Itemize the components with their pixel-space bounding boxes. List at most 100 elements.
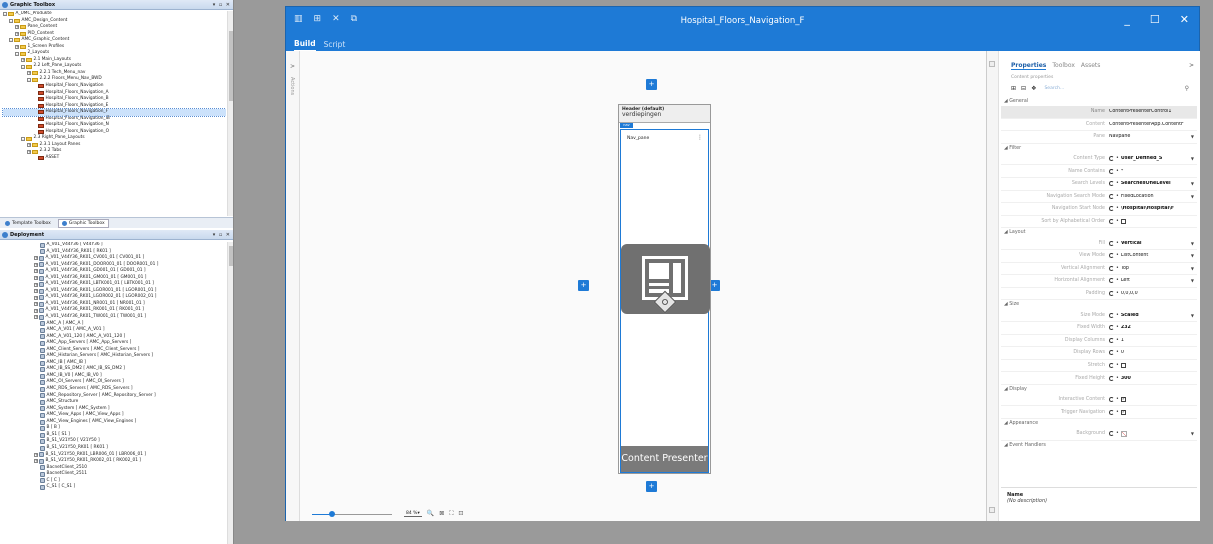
filter-icon[interactable]: ❖ [1031,85,1036,92]
property-section-header[interactable]: ◢ General [1001,97,1197,106]
minimize-icon[interactable]: _ [1124,13,1130,26]
tab-toolbox[interactable]: Toolbox [1052,62,1075,70]
checkbox[interactable] [1120,219,1126,225]
dropdown-icon[interactable]: ▼ [1191,156,1197,161]
content-presenter[interactable]: Nav_pane ⋮ Content Presenter [620,129,710,473]
binding-icon[interactable] [1109,337,1114,343]
add-left-button[interactable]: + [578,280,589,291]
zoom-icon[interactable]: 🔍 [427,510,434,517]
property-row[interactable]: Size Mode • Scaled ▼ [1001,309,1197,322]
property-value[interactable]: Navpane ▼ [1109,134,1197,139]
add-bottom-button[interactable]: + [646,481,657,492]
property-value[interactable]: • Scaled ▼ [1109,312,1197,318]
property-row[interactable]: Stretch • [1001,360,1197,373]
tab-build[interactable]: Build [294,39,316,51]
property-value[interactable]: • 232 [1109,325,1197,331]
binding-icon[interactable] [1109,291,1114,297]
property-value[interactable]: • ✓ [1109,397,1197,403]
dropdown-icon[interactable]: ▼ [1191,266,1197,271]
expand-icon[interactable]: + [34,295,38,300]
header-pane[interactable]: Header (default) verdiepingen [619,105,710,123]
binding-icon[interactable] [1109,325,1114,331]
resize-icon[interactable] [989,507,995,513]
binding-icon[interactable] [1109,265,1114,271]
property-row[interactable]: Pane Navpane ▼ [1001,131,1197,144]
expand-icon[interactable]: + [34,302,38,307]
property-value[interactable]: • 1 [1109,337,1197,343]
dropdown-icon[interactable]: ▼ [1191,134,1197,139]
binding-icon[interactable] [1109,240,1114,246]
property-value[interactable]: ContentPresenterApp.ContentF [1109,122,1197,127]
panel-controls[interactable]: ▾ ▫ ✕ [213,232,231,238]
property-value[interactable]: • Left ▼ [1109,278,1197,284]
expand-icon[interactable]: + [27,71,31,76]
property-section-header[interactable]: ◢ Event Handlers [1001,441,1197,450]
property-section-header[interactable]: ◢ Filter [1001,144,1197,153]
zoom-slider-knob[interactable] [329,510,335,517]
property-value[interactable]: • [1109,219,1197,225]
checkbox[interactable]: ✓ [1120,397,1126,403]
property-row[interactable]: Background • ▼ [1001,428,1197,441]
property-row[interactable]: Fixed Height • 300 [1001,372,1197,385]
property-value[interactable]: • User_Defined_S ▼ [1109,156,1197,162]
property-value[interactable]: • 300 [1109,375,1197,381]
property-search-input[interactable]: Search... [1044,86,1180,91]
collapse-icon[interactable]: - [27,77,31,82]
tab-script[interactable]: Script [324,40,346,51]
expand-icon[interactable]: + [21,58,25,63]
zoom-select[interactable]: 84 %▾ [404,511,422,517]
binding-icon[interactable] [1109,397,1114,403]
categorized-view-icon[interactable]: ⊞ [1011,85,1016,92]
deployment-item[interactable]: C_S1 [ C_S1 ] [40,484,226,491]
property-value[interactable]: • 0 [1109,350,1197,356]
expand-icon[interactable]: + [34,276,38,280]
property-row[interactable]: Trigger Navigation • ✓ [1001,406,1197,420]
property-row[interactable]: Content ContentPresenterApp.ContentF [1001,119,1197,132]
property-value[interactable]: • \Hospital\Hospital\F [1109,206,1197,212]
add-top-button[interactable]: + [646,79,657,90]
background-swatch[interactable] [1120,430,1127,437]
collapse-icon[interactable]: - [21,136,25,141]
binding-icon[interactable] [1109,375,1114,381]
expand-icon[interactable]: + [34,256,38,261]
collapse-icon[interactable]: - [9,18,13,23]
expand-icon[interactable]: + [34,269,38,274]
tree-item[interactable]: ASSET [3,155,226,162]
property-section-header[interactable]: ◢ Appearance [1001,419,1197,428]
checkbox[interactable] [1120,362,1126,368]
property-value[interactable]: • ListContent ▼ [1109,253,1197,259]
search-icon[interactable]: ⚲ [1185,85,1189,92]
grid-toggle-icon[interactable]: ⊡ [458,510,463,517]
property-row[interactable]: Display Columns • 1 [1001,335,1197,348]
property-row[interactable]: View Mode • ListContent ▼ [1001,250,1197,263]
deployment-scrollbar[interactable] [227,242,233,544]
tab-template-toolbox[interactable]: Template Toolbox [2,220,54,227]
expand-icon[interactable]: + [34,308,38,313]
expand-icon[interactable]: + [15,31,19,36]
property-value[interactable]: • [1109,362,1197,368]
expand-icon[interactable]: + [27,149,31,154]
expand-icon[interactable]: + [15,25,19,30]
design-canvas[interactable]: + + + + Header (default) verdiepingen na… [300,51,986,521]
binding-icon[interactable] [1109,168,1114,174]
dropdown-icon[interactable]: ▼ [1191,194,1197,199]
collapse-panel-icon[interactable]: > [1189,62,1194,69]
property-value[interactable]: • Top ▼ [1109,265,1197,271]
toolbox-scroll-thumb[interactable] [229,31,233,101]
binding-icon[interactable] [1109,431,1114,437]
binding-icon[interactable] [1109,278,1114,284]
dropdown-icon[interactable]: ▼ [1191,241,1197,246]
expand-icon[interactable]: + [15,45,19,49]
tab-assets[interactable]: Assets [1081,62,1101,70]
property-row[interactable]: Display Rows • 0 [1001,347,1197,360]
property-row[interactable]: Search Levels • SearchesOneLevel ▼ [1001,178,1197,191]
expand-icon[interactable]: + [34,452,38,457]
property-section-header[interactable]: ◢ Layout [1001,228,1197,237]
binding-icon[interactable] [1109,206,1114,212]
binding-icon[interactable] [1109,181,1114,187]
dropdown-icon[interactable]: ▼ [1191,181,1197,186]
fullscreen-icon[interactable]: ⛶ [449,510,453,517]
property-row[interactable]: Vertical Alignment • Top ▼ [1001,263,1197,276]
expand-icon[interactable]: + [34,315,38,320]
dropdown-icon[interactable]: ▼ [1191,278,1197,283]
